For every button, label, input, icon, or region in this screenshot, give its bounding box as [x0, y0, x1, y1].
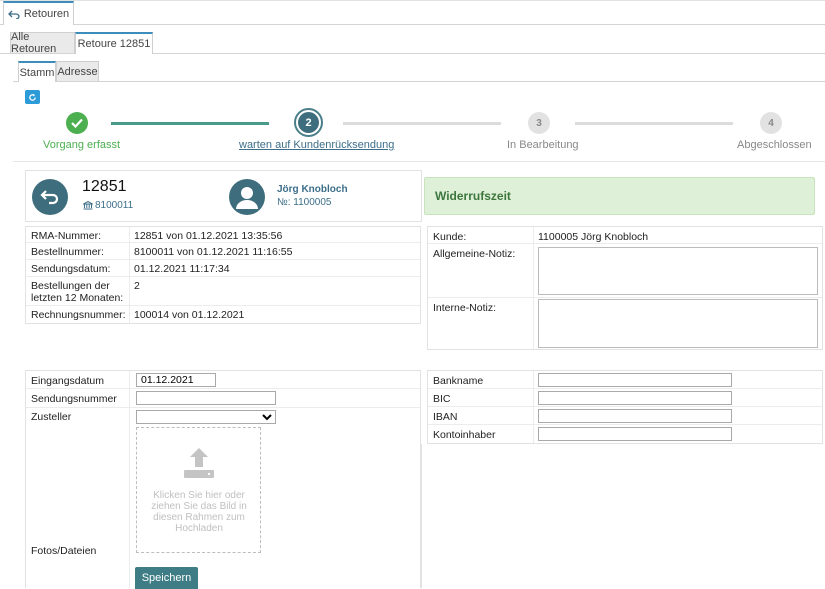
step-line-1: [111, 122, 269, 125]
customer-value: 1100005 Jörg Knobloch: [538, 231, 649, 243]
tab-alle-retouren[interactable]: Alle Retouren: [10, 31, 75, 55]
general-note-textarea[interactable]: [538, 247, 818, 295]
return-arrow-icon: [40, 190, 59, 205]
form-row: Eingangsdatum: [26, 371, 420, 389]
account-holder-label: Kontoinhaber: [433, 429, 496, 441]
invoice-number-label: Rechnungsnummer:: [31, 309, 126, 321]
return-arrow-icon: [7, 10, 20, 19]
info-row: Bestellnummer: 8100011 von 01.12.2021 11…: [26, 243, 420, 260]
rma-info-panel: RMA-Nummer: 12851 von 01.12.2021 13:35:5…: [25, 226, 421, 324]
form-row: IBAN: [428, 407, 822, 425]
carrier-select[interactable]: [136, 410, 276, 424]
panel-divider: [421, 444, 422, 588]
general-note-label: Allgemeine-Notiz:: [433, 248, 516, 260]
upload-hint-text: Klicken Sie hier oder ziehen Sie das Bil…: [151, 490, 247, 534]
info-row: Sendungsdatum: 01.12.2021 11:17:34: [26, 260, 420, 277]
upload-icon: [184, 448, 214, 478]
step-2-circle[interactable]: 2: [294, 108, 323, 137]
step-line-2: [343, 122, 501, 125]
bank-name-input[interactable]: [538, 373, 732, 387]
form-row: Sendungsnummer: [26, 389, 420, 408]
tab-retouren-label: Retouren: [23, 8, 70, 20]
step-line-3: [575, 122, 733, 125]
bank-form-panel: Bankname BIC IBAN Kontoinhaber: [427, 370, 823, 444]
tracking-label: Sendungsnummer: [31, 393, 117, 405]
save-button-label: Speichern: [141, 572, 192, 584]
info-row: RMA-Nummer: 12851 von 01.12.2021 13:35:5…: [26, 227, 420, 243]
internal-note-textarea[interactable]: [538, 299, 818, 348]
bic-input[interactable]: [538, 391, 732, 405]
top-tab-bar: Retouren: [0, 0, 825, 25]
rma-number-value: 12851 von 01.12.2021 13:35:56: [134, 230, 283, 242]
status-box-text: Widerrufszeit: [435, 189, 511, 203]
sub-tab-bar: Alle Retouren Retoure 12851: [0, 31, 825, 55]
iban-input[interactable]: [538, 409, 732, 423]
check-icon: [71, 118, 83, 128]
info-row: Bestellungen der letzten 12 Monaten: 2: [26, 277, 420, 306]
refresh-icon: [29, 93, 36, 101]
order-ref-value: 8100011: [95, 200, 134, 211]
customer-label: Kunde:: [433, 231, 467, 243]
step-4-circle: 4: [760, 112, 782, 134]
rma-header-panel: 12851 8100011 Jörg Knobloch №: 1100005: [25, 170, 422, 222]
tab-stamm-label: Stamm: [19, 66, 55, 79]
upload-dropzone[interactable]: Klicken Sie hier oder ziehen Sie das Bil…: [136, 427, 261, 553]
tab-adresse[interactable]: Adresse: [56, 61, 99, 81]
receipt-date-input[interactable]: [136, 373, 216, 387]
rma-number: 12851: [82, 178, 127, 195]
progress-stepper: Vorgang erfasst 2 warten auf Kundenrücks…: [13, 105, 825, 162]
info-row: Allgemeine-Notiz:: [428, 244, 822, 298]
return-avatar: [32, 179, 68, 215]
internal-note-label: Interne-Notiz:: [433, 302, 497, 314]
customer-notes-panel: Kunde: 1100005 Jörg Knobloch Allgemeine-…: [427, 226, 823, 350]
save-button[interactable]: Speichern: [135, 567, 198, 589]
step-3-label: In Bearbeitung: [507, 139, 579, 151]
form-row: Kontoinhaber: [428, 425, 822, 444]
step-1-circle: [66, 112, 88, 134]
form-row: Zusteller: [26, 408, 420, 426]
info-row: Kunde: 1100005 Jörg Knobloch: [428, 227, 822, 244]
bic-label: BIC: [433, 393, 451, 405]
files-label: Fotos/Dateien: [31, 545, 97, 557]
customer-name-link[interactable]: Jörg Knobloch: [277, 184, 348, 195]
account-holder-input[interactable]: [538, 427, 732, 441]
customer-number: №: 1100005: [277, 197, 332, 208]
refresh-button[interactable]: [25, 90, 40, 104]
tab-retoure-12851[interactable]: Retoure 12851: [75, 32, 153, 54]
step-2-number: 2: [298, 112, 319, 133]
inner-tab-bar: Stamm Adresse: [13, 61, 825, 82]
tab-alle-retouren-label: Alle Retouren: [11, 31, 57, 55]
orders-12m-value: 2: [134, 280, 140, 292]
order-number-value: 8100011 von 01.12.2021 11:16:55: [134, 246, 293, 258]
shipping-date-label: Sendungsdatum:: [31, 263, 111, 275]
tab-stamm[interactable]: Stamm: [18, 61, 56, 82]
info-row: Interne-Notiz:: [428, 298, 822, 350]
form-row: BIC: [428, 389, 822, 407]
bank-icon: [83, 201, 93, 210]
iban-label: IBAN: [433, 411, 458, 423]
step-2-label[interactable]: warten auf Kundenrücksendung: [239, 139, 394, 151]
customer-avatar: [229, 179, 265, 215]
tab-retoure-label: Retoure 12851: [77, 38, 151, 50]
tab-retouren[interactable]: Retouren: [3, 1, 74, 25]
tracking-input[interactable]: [136, 391, 276, 405]
order-number-label: Bestellnummer:: [31, 246, 104, 258]
step-1-label: Vorgang erfasst: [43, 139, 121, 151]
order-ref[interactable]: 8100011: [83, 200, 133, 211]
shipping-date-value: 01.12.2021 11:17:34: [134, 263, 230, 275]
receipt-date-label: Eingangsdatum: [31, 375, 104, 387]
status-box: Widerrufszeit: [424, 177, 815, 215]
step-3-circle: 3: [528, 112, 550, 134]
bank-name-label: Bankname: [433, 375, 484, 387]
form-row: Bankname: [428, 371, 822, 389]
orders-12m-label: Bestellungen der letzten 12 Monaten:: [31, 280, 124, 304]
step-4-label: Abgeschlossen: [737, 139, 812, 151]
info-row: Rechnungsnummer: 100014 von 01.12.2021: [26, 306, 420, 323]
invoice-number-value: 100014 von 01.12.2021: [134, 309, 245, 321]
rma-number-label: RMA-Nummer:: [31, 230, 101, 242]
user-icon: [236, 187, 258, 209]
receipt-form-panel: Eingangsdatum Sendungsnummer Zusteller K…: [25, 370, 421, 589]
carrier-label: Zusteller: [31, 411, 72, 423]
tab-adresse-label: Adresse: [57, 65, 98, 78]
